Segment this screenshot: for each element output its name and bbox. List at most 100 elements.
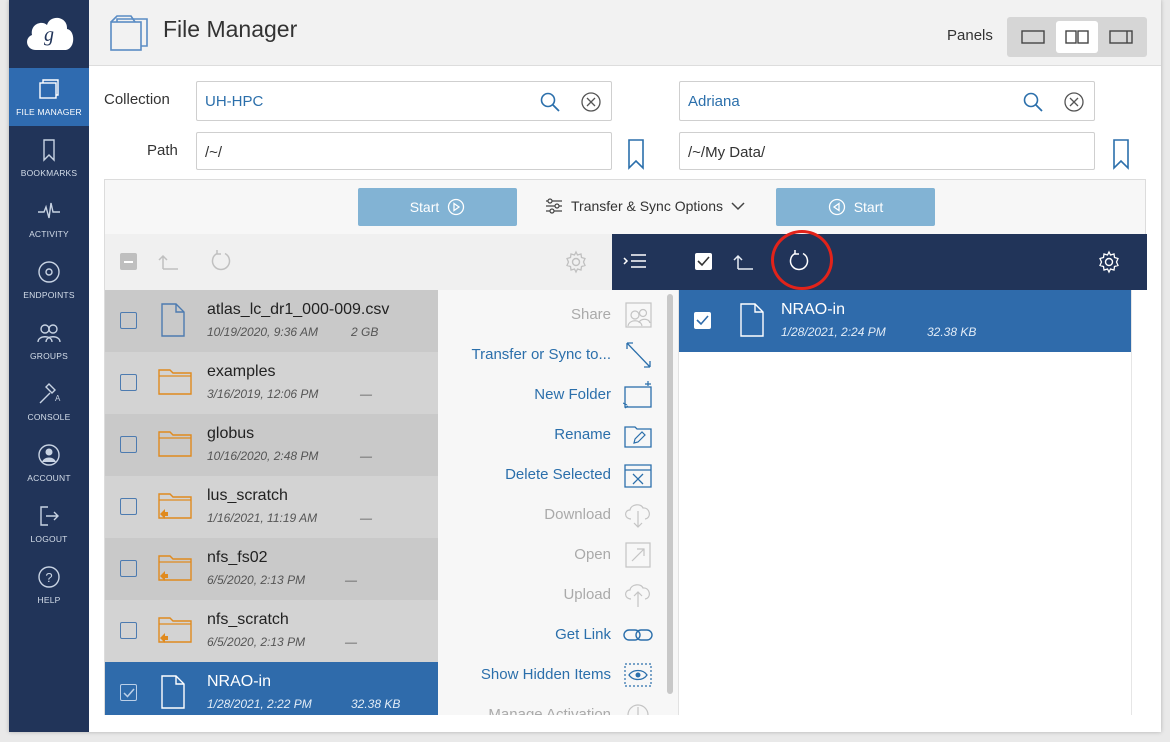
row-checkbox[interactable] <box>120 498 137 515</box>
right-select-all-checkbox[interactable] <box>695 253 712 270</box>
nav-account[interactable]: ACCOUNT <box>9 434 89 492</box>
row-checkbox[interactable] <box>694 312 711 329</box>
collapse-menu-icon[interactable] <box>622 251 648 273</box>
up-folder-icon[interactable] <box>158 251 180 273</box>
row-checkbox[interactable] <box>120 436 137 453</box>
single-panel-icon <box>1021 30 1045 44</box>
checkmark-icon <box>696 315 709 326</box>
nav-file-manager[interactable]: FILE MANAGER <box>9 68 89 126</box>
action-upload[interactable]: Upload <box>438 573 653 613</box>
globus-cloud-icon: g <box>27 17 74 50</box>
action-show-hidden[interactable]: Show Hidden Items <box>438 653 653 693</box>
file-row[interactable]: examples 3/16/2019, 12:06 PM — <box>105 352 438 414</box>
right-collection-field[interactable]: Adriana <box>679 81 1095 121</box>
file-row[interactable]: nfs_scratch 6/5/2020, 2:13 PM — <box>105 600 438 662</box>
folder-icon <box>158 369 192 395</box>
gear-icon[interactable] <box>1097 250 1121 274</box>
file-row-selected[interactable]: NRAO-in 1/28/2021, 2:22 PM 32.38 KB <box>105 662 438 715</box>
action-manage-activation[interactable]: Manage Activation <box>438 693 653 715</box>
right-panel-button[interactable] <box>1100 21 1142 53</box>
right-path-value: /~/My Data/ <box>688 144 766 161</box>
open-external-icon <box>625 542 651 568</box>
left-bookmark-icon[interactable] <box>627 138 645 170</box>
left-toolbar <box>105 234 612 290</box>
file-size: 32.38 KB <box>351 697 401 711</box>
file-size: — <box>360 511 372 525</box>
file-row-selected[interactable]: NRAO-in 1/28/2021, 2:24 PM 32.38 KB <box>679 290 1131 352</box>
path-label: Path <box>147 142 178 159</box>
action-label: New Folder <box>534 386 611 403</box>
file-name: lus_scratch <box>207 487 288 504</box>
file-date: 10/19/2020, 9:36 AM <box>207 325 318 339</box>
folder-icon <box>158 431 192 457</box>
file-date: 10/16/2020, 2:48 PM <box>207 449 319 463</box>
page-header: File Manager Panels <box>89 0 1161 66</box>
action-open[interactable]: Open <box>438 533 653 573</box>
up-folder-icon[interactable] <box>733 251 755 273</box>
nav-label: BOOKMARKS <box>20 168 78 178</box>
right-scrollbar-track[interactable] <box>1131 290 1147 715</box>
start-left-button[interactable]: Start <box>358 188 517 226</box>
dual-panel-button[interactable] <box>1056 21 1098 53</box>
single-panel-button[interactable] <box>1012 21 1054 53</box>
file-date: 1/28/2021, 2:24 PM <box>781 325 886 339</box>
action-label: Download <box>544 506 611 523</box>
nav-bookmarks[interactable]: BOOKMARKS <box>9 129 89 187</box>
file-size: — <box>345 635 357 649</box>
page-title: File Manager <box>163 16 298 42</box>
nav-logout[interactable]: LOGOUT <box>9 495 89 553</box>
action-delete-selected[interactable]: Delete Selected <box>438 453 653 493</box>
row-checkbox[interactable] <box>120 560 137 577</box>
start-right-button[interactable]: Start <box>776 188 935 226</box>
file-name: atlas_lc_dr1_000-009.csv <box>207 301 390 318</box>
refresh-icon[interactable] <box>209 249 233 273</box>
search-icon[interactable] <box>539 91 561 113</box>
file-date: 6/5/2020, 2:13 PM <box>207 573 306 587</box>
indeterminate-mark <box>124 260 133 263</box>
row-checkbox[interactable] <box>120 374 137 391</box>
action-rename[interactable]: Rename <box>438 413 653 453</box>
nav-endpoints[interactable]: ENDPOINTS <box>9 251 89 309</box>
row-checkbox[interactable] <box>120 312 137 329</box>
gear-icon[interactable] <box>564 250 588 274</box>
nav-groups[interactable]: GROUPS <box>9 312 89 370</box>
action-download[interactable]: Download <box>438 493 653 533</box>
file-row[interactable]: nfs_fs02 6/5/2020, 2:13 PM — <box>105 538 438 600</box>
search-icon[interactable] <box>1022 91 1044 113</box>
nav-label: ENDPOINTS <box>23 290 75 300</box>
nav-help[interactable]: ? HELP <box>9 556 89 614</box>
nav-label: LOGOUT <box>30 534 68 544</box>
left-file-list: atlas_lc_dr1_000-009.csv 10/19/2020, 9:3… <box>105 290 438 715</box>
globus-logo[interactable]: g <box>9 0 89 68</box>
action-share[interactable]: Share <box>438 293 653 333</box>
link-folder-icon <box>158 555 192 581</box>
left-collection-field[interactable]: UH-HPC <box>196 81 612 121</box>
clear-icon[interactable] <box>580 91 602 113</box>
play-right-icon <box>448 198 465 216</box>
share-icon <box>625 302 652 328</box>
action-new-folder[interactable]: New Folder <box>438 373 653 413</box>
nav-console[interactable]: A CONSOLE <box>9 373 89 431</box>
actions-scrollbar[interactable] <box>667 294 673 694</box>
file-row[interactable]: atlas_lc_dr1_000-009.csv 10/19/2020, 9:3… <box>105 290 438 352</box>
svg-text:g: g <box>44 24 54 46</box>
link-folder-icon <box>158 617 192 643</box>
nav-activity[interactable]: ACTIVITY <box>9 190 89 248</box>
row-checkbox[interactable] <box>120 684 137 701</box>
row-checkbox[interactable] <box>120 622 137 639</box>
right-path-field[interactable]: /~/My Data/ <box>679 132 1095 170</box>
transfer-sync-options[interactable]: Transfer & Sync Options <box>545 198 745 214</box>
select-all-checkbox[interactable] <box>120 253 137 270</box>
clear-icon[interactable] <box>1063 91 1085 113</box>
action-transfer-sync[interactable]: Transfer or Sync to... <box>438 333 653 373</box>
file-icon <box>161 303 185 337</box>
file-manager-icon <box>39 79 59 99</box>
right-bookmark-icon[interactable] <box>1112 138 1130 170</box>
file-manager-header-icon <box>110 15 148 51</box>
left-path-field[interactable]: /~/ <box>196 132 612 170</box>
actions-menu: Share Transfer or Sync to... New Folder … <box>438 290 678 715</box>
link-icon <box>623 629 653 641</box>
file-row[interactable]: globus 10/16/2020, 2:48 PM — <box>105 414 438 476</box>
action-get-link[interactable]: Get Link <box>438 613 653 653</box>
file-row[interactable]: lus_scratch 1/16/2021, 11:19 AM — <box>105 476 438 538</box>
